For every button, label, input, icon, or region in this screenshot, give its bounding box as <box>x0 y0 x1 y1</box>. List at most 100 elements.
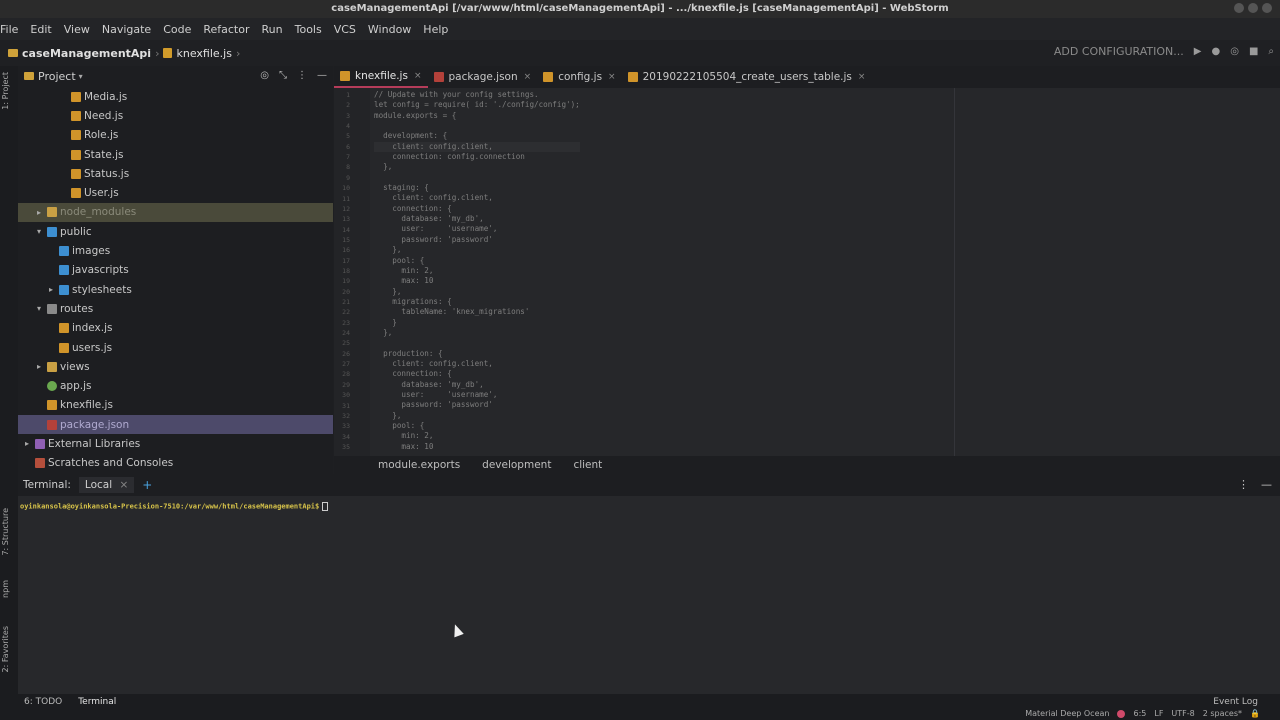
nav-file-name[interactable]: knexfile.js <box>176 47 231 60</box>
line-number[interactable]: 6 <box>338 142 350 152</box>
nav-project-name[interactable]: caseManagementApi <box>22 47 151 60</box>
code-editor[interactable]: 1 2 3 4 5 6 7 8 9 10 11 12 13 14 15 16 17 18 19 20 21 22 23 24 2… <box>334 88 1280 456</box>
line-number[interactable]: 26 <box>338 349 350 359</box>
code-line[interactable]: client: config.client, <box>374 193 580 203</box>
line-number[interactable]: 16 <box>338 245 350 255</box>
menu-file[interactable]: File <box>0 23 24 36</box>
code-line[interactable]: database: 'my_db', <box>374 214 580 224</box>
chevron-right-icon[interactable]: ▸ <box>22 439 32 448</box>
coverage-icon[interactable]: ◎ <box>1230 46 1239 57</box>
maximize-button[interactable] <box>1248 3 1258 13</box>
code-line[interactable] <box>374 173 580 183</box>
tree-item[interactable]: app.js <box>18 376 333 395</box>
tree-item[interactable]: ▸ External Libraries <box>18 434 333 453</box>
code-line[interactable]: password: 'password' <box>374 400 580 410</box>
theme-indicator[interactable]: Material Deep Ocean <box>1025 709 1109 718</box>
stripe-structure-tab[interactable]: 7: Structure <box>1 508 10 556</box>
code-line[interactable]: }, <box>374 287 580 297</box>
code-line[interactable]: development: { <box>374 131 580 141</box>
menu-help[interactable]: Help <box>423 23 454 36</box>
close-button[interactable] <box>1262 3 1272 13</box>
stop-icon[interactable]: ■ <box>1249 46 1258 57</box>
line-number[interactable]: 33 <box>338 421 350 431</box>
menu-refactor[interactable]: Refactor <box>203 23 255 36</box>
line-number[interactable]: 35 <box>338 442 350 452</box>
event-log-button[interactable]: Event Log <box>1213 697 1258 707</box>
code-line[interactable]: user: 'username', <box>374 224 580 234</box>
line-number[interactable]: 14 <box>338 225 350 235</box>
stripe-favorites-tab[interactable]: 2: Favorites <box>1 626 10 672</box>
editor-tab[interactable]: package.json × <box>428 66 538 88</box>
tree-item[interactable]: images <box>18 241 333 260</box>
line-number[interactable]: 10 <box>338 183 350 193</box>
code-line[interactable]: module.exports = { <box>374 111 580 121</box>
chevron-down-icon[interactable]: ▾ <box>79 72 83 81</box>
close-tab-icon[interactable]: × <box>524 72 532 82</box>
locate-file-icon[interactable]: ◎ <box>260 70 269 81</box>
chevron-down-icon[interactable]: ▾ <box>34 304 44 313</box>
editor-tab[interactable]: knexfile.js × <box>334 66 428 88</box>
project-view-selector[interactable]: Project <box>38 70 76 83</box>
close-icon[interactable]: × <box>119 479 128 491</box>
menu-edit[interactable]: Edit <box>30 23 57 36</box>
terminal-tab-local[interactable]: Local × <box>78 477 135 493</box>
editor-tab[interactable]: config.js × <box>537 66 621 88</box>
code-line[interactable]: connection: config.connection <box>374 152 580 162</box>
line-number[interactable]: 1 <box>338 90 350 100</box>
line-number[interactable]: 23 <box>338 318 350 328</box>
menu-vcs[interactable]: VCS <box>334 23 362 36</box>
line-number[interactable]: 32 <box>338 411 350 421</box>
line-number[interactable]: 11 <box>338 194 350 204</box>
code-line[interactable]: tableName: 'knex_migrations' <box>374 307 580 317</box>
menu-navigate[interactable]: Navigate <box>102 23 157 36</box>
line-number[interactable]: 34 <box>338 432 350 442</box>
line-number[interactable]: 27 <box>338 359 350 369</box>
menu-tools[interactable]: Tools <box>295 23 328 36</box>
code-line[interactable] <box>374 338 580 348</box>
code-line[interactable]: staging: { <box>374 183 580 193</box>
line-number[interactable]: 30 <box>338 390 350 400</box>
line-number[interactable]: 8 <box>338 162 350 172</box>
code-line[interactable]: password: 'password' <box>374 235 580 245</box>
terminal-output[interactable]: oyinkansola@oyinkansola-Precision-7510:/… <box>18 496 1280 694</box>
tree-item[interactable]: User.js <box>18 183 333 202</box>
debug-icon[interactable]: ● <box>1211 46 1220 57</box>
code-line[interactable]: max: 10 <box>374 442 580 452</box>
line-number[interactable]: 29 <box>338 380 350 390</box>
file-encoding[interactable]: UTF-8 <box>1171 709 1194 718</box>
tree-item[interactable]: javascripts <box>18 261 333 280</box>
menu-view[interactable]: View <box>64 23 96 36</box>
terminal-settings-icon[interactable]: ⋮ <box>1238 478 1249 491</box>
code-line[interactable]: }, <box>374 328 580 338</box>
code-line[interactable]: production: { <box>374 349 580 359</box>
run-icon[interactable]: ▶ <box>1194 46 1202 57</box>
line-number[interactable]: 21 <box>338 297 350 307</box>
line-number[interactable]: 9 <box>338 173 350 183</box>
code-breadcrumb-item[interactable]: module.exports <box>378 459 460 471</box>
line-number[interactable]: 17 <box>338 256 350 266</box>
chevron-down-icon[interactable]: ▾ <box>34 227 44 236</box>
caret-position[interactable]: 6:5 <box>1133 709 1146 718</box>
code-line[interactable]: }, <box>374 411 580 421</box>
line-number[interactable]: 13 <box>338 214 350 224</box>
line-number[interactable]: 12 <box>338 204 350 214</box>
editor-tab[interactable]: 20190222105504_create_users_table.js × <box>622 66 872 88</box>
code-line[interactable]: client: config.client, <box>374 359 580 369</box>
hide-panel-icon[interactable]: — <box>317 70 327 81</box>
line-number[interactable]: 28 <box>338 369 350 379</box>
menu-code[interactable]: Code <box>163 23 197 36</box>
code-line[interactable]: migrations: { <box>374 297 580 307</box>
code-line[interactable]: // Update with your config settings. <box>374 90 580 100</box>
hide-terminal-icon[interactable]: — <box>1261 478 1272 491</box>
new-terminal-icon[interactable]: + <box>142 478 152 492</box>
tree-item[interactable]: State.js <box>18 145 333 164</box>
code-line[interactable]: database: 'my_db', <box>374 380 580 390</box>
todo-tool-button[interactable]: 6: TODO <box>24 697 62 707</box>
terminal-tool-button[interactable]: Terminal <box>78 697 116 707</box>
code-line[interactable]: connection: { <box>374 204 580 214</box>
code-line[interactable]: } <box>374 318 580 328</box>
minimize-button[interactable] <box>1234 3 1244 13</box>
menu-window[interactable]: Window <box>368 23 417 36</box>
code-line[interactable]: client: config.client, <box>374 141 580 153</box>
tree-item[interactable]: Status.js <box>18 164 333 183</box>
